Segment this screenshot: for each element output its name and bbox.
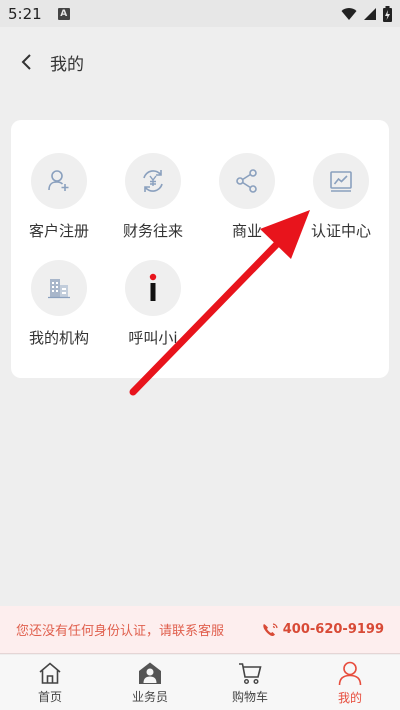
shopping-cart-icon [239, 662, 262, 684]
info-i-icon [149, 273, 157, 301]
hotline-button[interactable]: 400-620-9199 [261, 622, 384, 638]
menu-card: 客户注册 财务往来 商业 认证中心 我的机构 呼叫小i [11, 120, 389, 378]
user-add-icon [48, 170, 69, 191]
menu-item-call-xiaoi[interactable]: 呼叫小i [107, 260, 199, 348]
menu-item-my-organization[interactable]: 我的机构 [13, 260, 105, 348]
home-icon [39, 661, 61, 684]
phone-icon [263, 622, 278, 636]
tab-cart[interactable]: 购物车 [200, 655, 300, 710]
menu-item-label: 客户注册 [28, 222, 89, 240]
tab-label: 业务员 [131, 689, 168, 704]
wifi-icon [341, 7, 357, 20]
menu-item-business[interactable]: 商业 [201, 153, 293, 241]
menu-item-certification-center[interactable]: 认证中心 [295, 153, 387, 241]
share-icon [236, 169, 257, 193]
battery-charging-icon [383, 5, 392, 22]
menu-item-label: 财务往来 [122, 222, 183, 240]
status-time: 5:21 [8, 4, 42, 23]
back-arrow-icon[interactable] [16, 51, 38, 73]
tab-salesman[interactable]: 业务员 [100, 655, 200, 710]
menu-item-label: 商业 [231, 222, 262, 240]
menu-item-label: 我的机构 [28, 329, 89, 347]
notice-text: 您还没有任何身份认证，请联系客服 [16, 624, 225, 639]
menu-item-label: 呼叫小i [128, 329, 178, 347]
hotline-number: 400-620-9199 [282, 622, 384, 637]
menu-item-label: 认证中心 [310, 222, 371, 240]
tab-home[interactable]: 首页 [0, 655, 100, 710]
notice-bar: 您还没有任何身份认证，请联系客服 400-620-9199 [0, 606, 400, 654]
page-title: 我的 [50, 54, 84, 75]
user-profile-icon [338, 661, 362, 685]
header: 我的 [0, 27, 400, 97]
status-bar: 5:21 A [0, 0, 400, 27]
tab-label: 购物车 [231, 689, 268, 704]
notification-icon: A [57, 7, 70, 20]
menu-item-finance[interactable]: 财务往来 [107, 153, 199, 241]
status-icons [341, 5, 392, 22]
tab-mine[interactable]: 我的 [300, 655, 400, 710]
tab-label: 首页 [37, 689, 62, 704]
menu-item-customer-register[interactable]: 客户注册 [13, 153, 105, 241]
signal-icon [364, 7, 376, 20]
chart-monitor-icon [330, 171, 352, 192]
tab-label: 我的 [337, 690, 362, 705]
building-icon [48, 279, 70, 299]
currency-exchange-icon [143, 170, 163, 192]
bottom-tab-bar: 首页 业务员 购物车 我的 [0, 655, 400, 710]
salesman-home-icon [139, 662, 161, 684]
